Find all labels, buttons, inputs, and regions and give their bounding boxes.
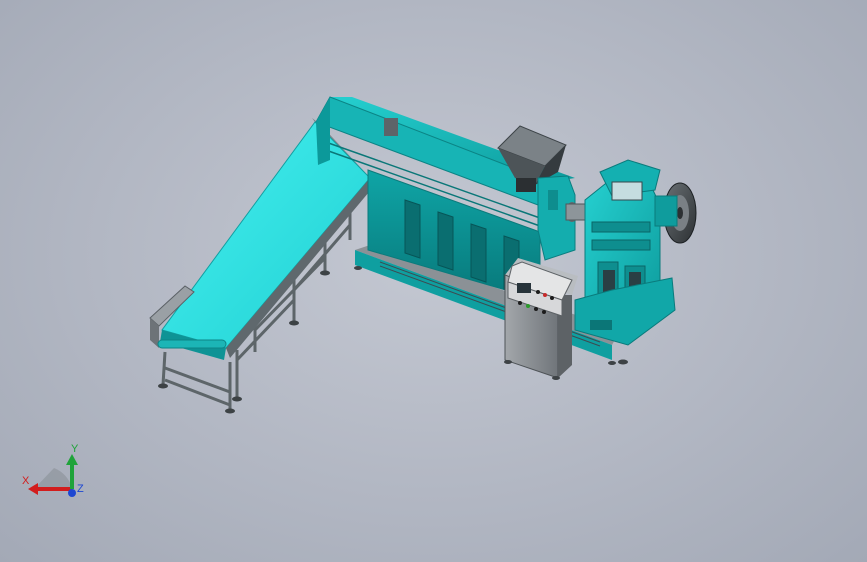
orientation-triad: X Y Z bbox=[22, 443, 84, 497]
y-axis-label: Y bbox=[71, 443, 79, 455]
conveyor-end-roller bbox=[157, 339, 227, 349]
z-axis-label: Z bbox=[77, 483, 84, 495]
control-cabinet[interactable] bbox=[504, 258, 578, 380]
triad-sweep-shape bbox=[34, 468, 72, 489]
barrel-top-fitting bbox=[384, 118, 398, 136]
drive-gearbox-tower[interactable] bbox=[574, 159, 676, 365]
control-display-screen[interactable] bbox=[517, 283, 531, 293]
cad-viewport[interactable]: X Y Z bbox=[0, 0, 867, 562]
extruder-assembly-model[interactable] bbox=[0, 0, 867, 562]
z-axis-arrow bbox=[68, 489, 76, 497]
drive-pulley[interactable] bbox=[654, 182, 697, 244]
conveyor[interactable] bbox=[149, 118, 374, 414]
x-axis-label: X bbox=[22, 475, 30, 487]
gearbox-inspection-plate bbox=[611, 181, 643, 201]
